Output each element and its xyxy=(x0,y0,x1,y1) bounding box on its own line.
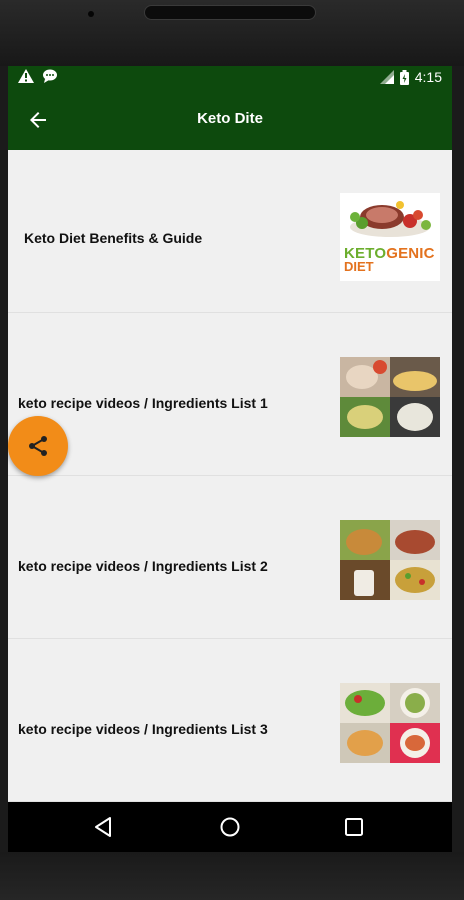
status-bar: 4:15 xyxy=(8,66,452,90)
square-recents-icon[interactable] xyxy=(342,815,366,839)
phone-bottom-bezel xyxy=(0,852,464,900)
food-plate-illustration xyxy=(350,201,431,237)
phone-top-bezel xyxy=(0,0,464,66)
ketogenic-diet-image: KETOGENIC DIET xyxy=(340,193,440,281)
food-collage xyxy=(340,683,440,763)
share-icon xyxy=(29,436,47,456)
list-item-recipes-1[interactable]: keto recipe videos / Ingredients List 1 xyxy=(8,313,452,476)
food-collage xyxy=(340,357,440,437)
list-item-recipes-2[interactable]: keto recipe videos / Ingredients List 2 xyxy=(8,476,452,639)
list-item-label: Keto Diet Benefits & Guide xyxy=(24,230,203,246)
chat-notification-icon xyxy=(43,69,57,83)
signal-icon xyxy=(379,70,394,84)
list-item-recipes-3[interactable]: keto recipe videos / Ingredients List 3 xyxy=(8,639,452,802)
recipe-collage-image-1 xyxy=(340,357,440,437)
app-title: Keto Dite xyxy=(197,110,263,127)
front-camera xyxy=(88,11,94,17)
content-list: Keto Diet Benefits & Guide KETOGENIC DIE xyxy=(8,150,452,802)
system-nav-bar xyxy=(8,802,452,852)
food-collage xyxy=(340,520,440,600)
share-fab-button[interactable] xyxy=(8,416,68,476)
triangle-back-icon[interactable] xyxy=(92,815,116,839)
app-bar: Keto Dite xyxy=(8,90,452,150)
battery-icon xyxy=(399,69,409,85)
warning-icon xyxy=(18,69,34,83)
diet-logo-text: DIET xyxy=(344,259,374,274)
recipe-collage-image-2 xyxy=(340,520,440,600)
status-time: 4:15 xyxy=(414,69,442,85)
earpiece-speaker xyxy=(144,5,316,20)
recipe-collage-image-3 xyxy=(340,683,440,763)
list-item-diet-guide[interactable]: Keto Diet Benefits & Guide KETOGENIC DIE xyxy=(8,150,452,313)
circle-home-icon[interactable] xyxy=(218,815,242,839)
list-item-label: keto recipe videos / Ingredients List 3 xyxy=(18,721,268,737)
list-item-label: keto recipe videos / Ingredients List 1 xyxy=(18,395,268,411)
screen: 4:15 Keto Dite Keto Diet Benefits & Guid… xyxy=(8,66,452,852)
list-item-label: keto recipe videos / Ingredients List 2 xyxy=(18,558,268,574)
